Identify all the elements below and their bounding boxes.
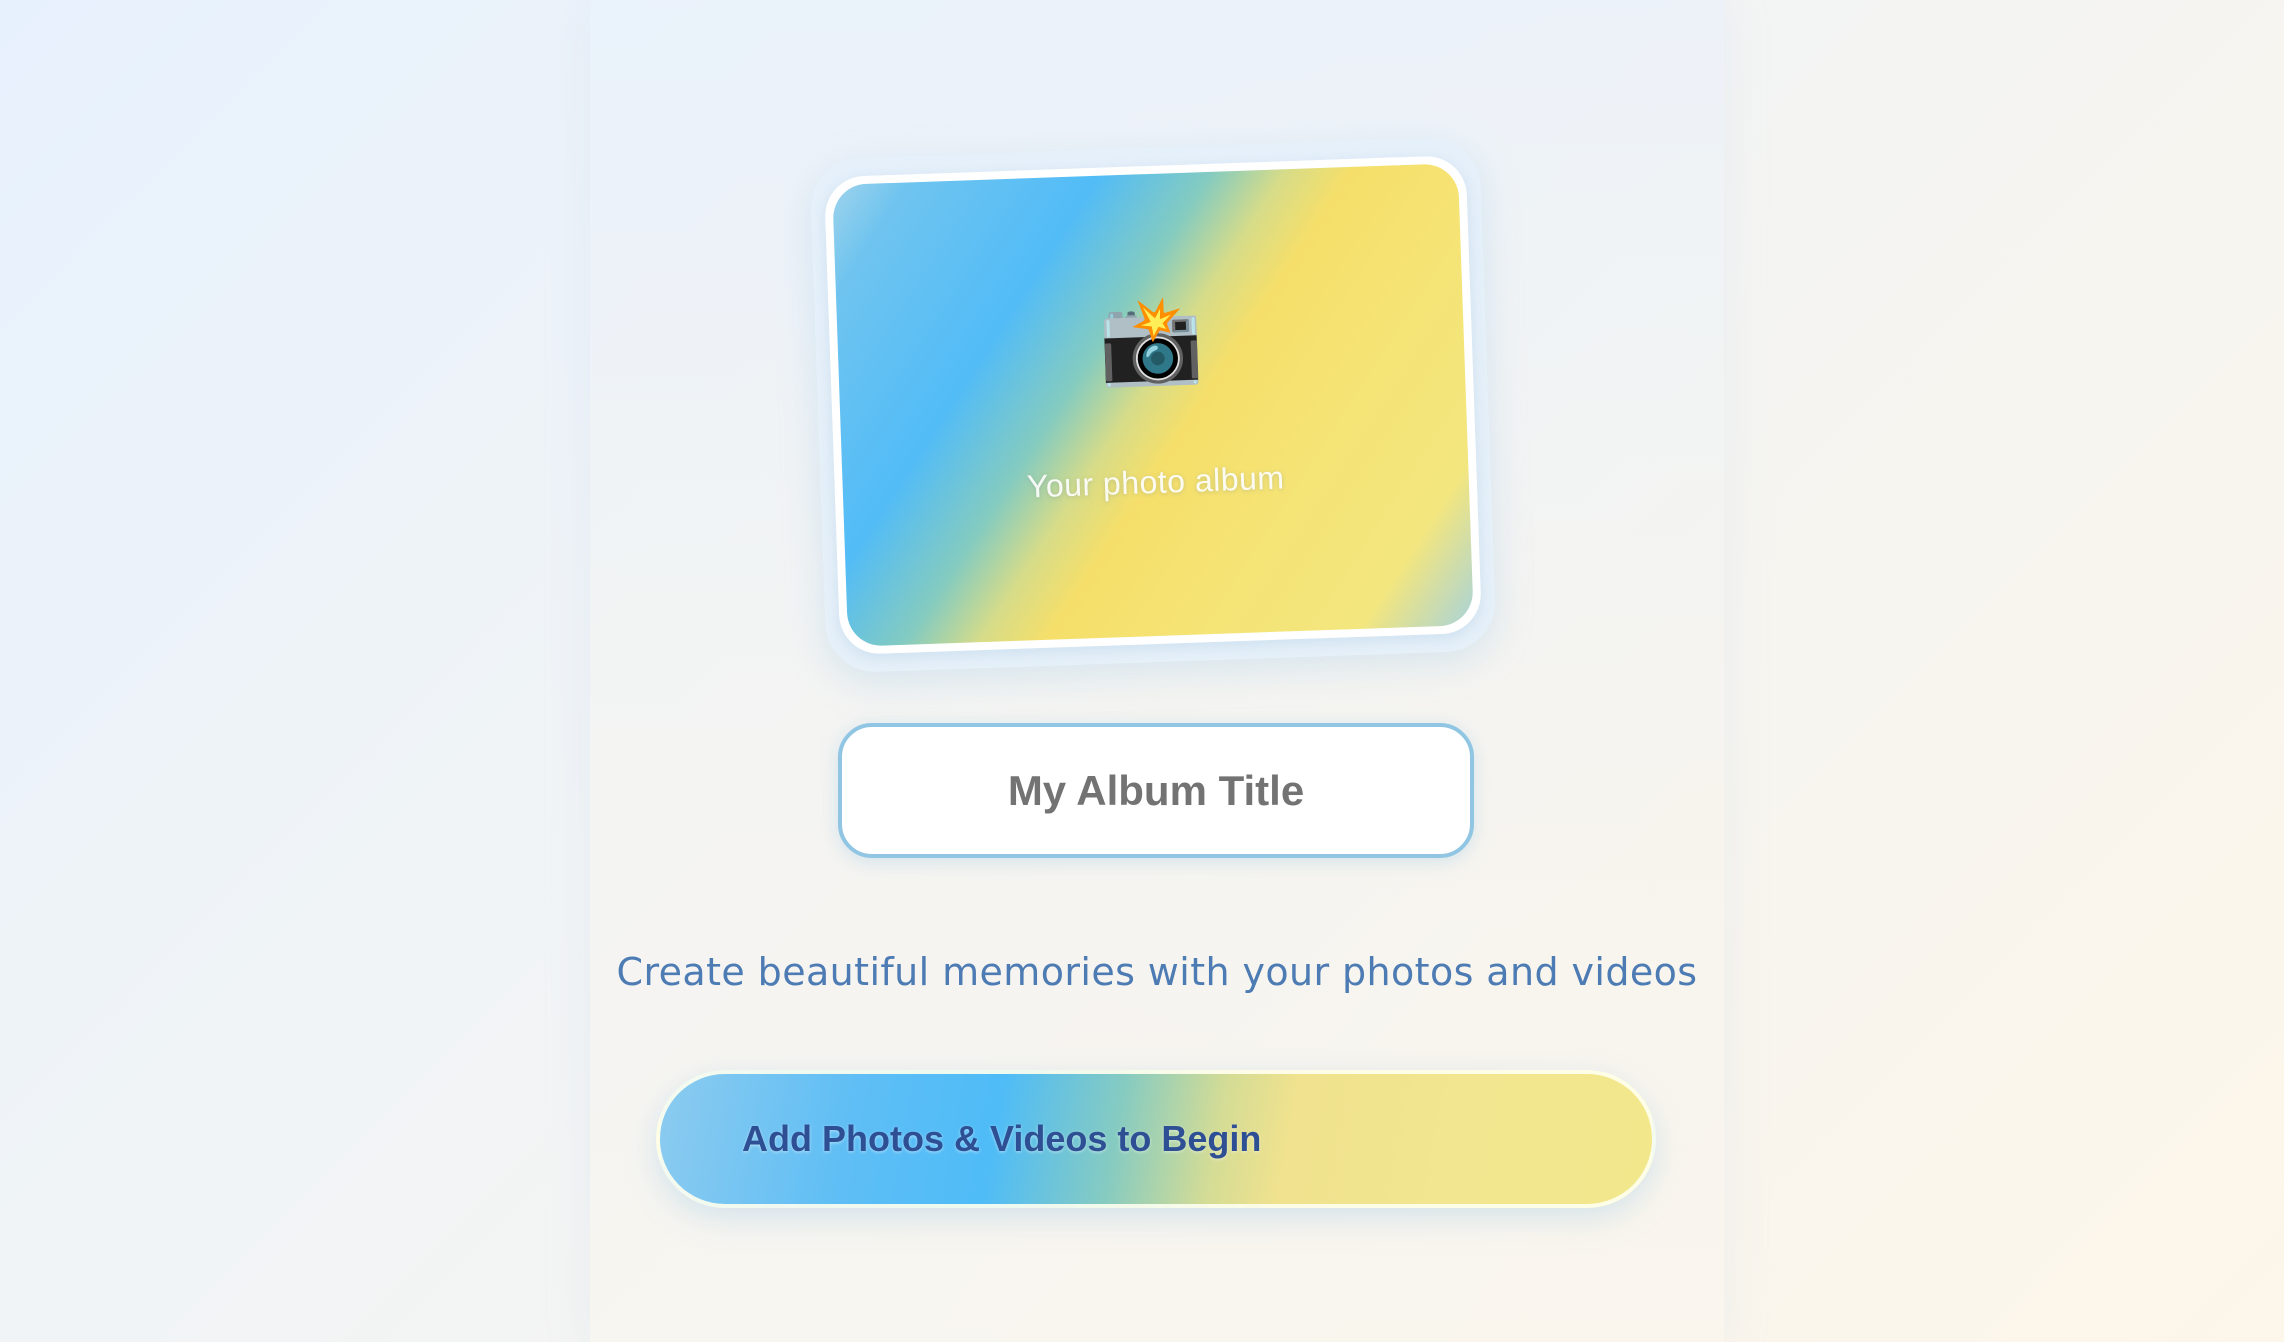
add-photos-videos-label: Add Photos & Videos to Begin (742, 1118, 1262, 1159)
album-title-input[interactable] (838, 723, 1474, 858)
add-photos-videos-button[interactable]: Add Photos & Videos to Begin (656, 1070, 1656, 1208)
album-cover-card[interactable]: 📸 Your photo album (832, 163, 1474, 647)
album-card-gradient (832, 163, 1474, 647)
tagline-text: Create beautiful memories with your phot… (616, 950, 1698, 994)
